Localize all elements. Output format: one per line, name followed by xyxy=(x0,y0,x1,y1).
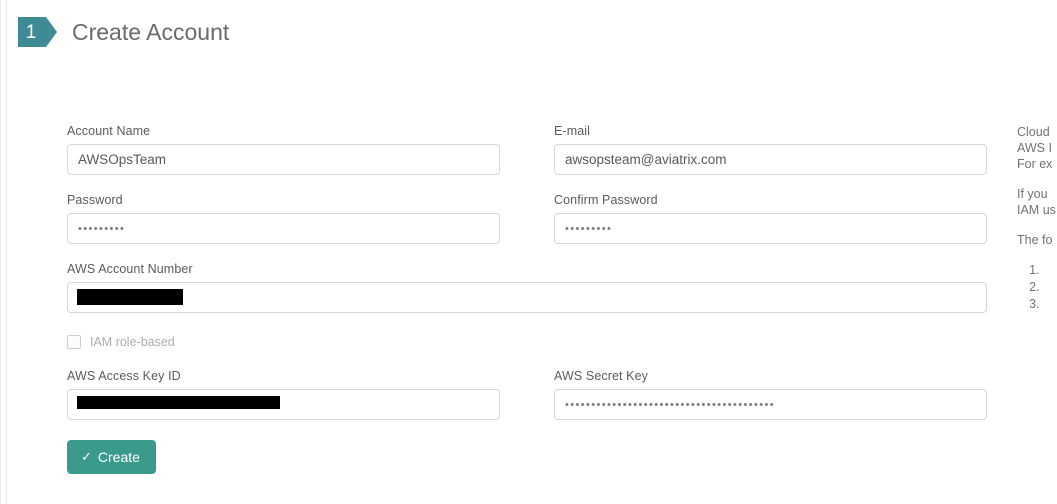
form-row-passwords: Password ••••••••• Confirm Password ••••… xyxy=(67,193,987,244)
field-aws-account-number: AWS Account Number xyxy=(67,262,987,313)
form-row-name-email: Account Name AWSOpsTeam E-mail awsopstea… xyxy=(67,124,987,175)
field-aws-access-key-id: AWS Access Key ID AKIAIAHEHFHTH4GTGHA xyxy=(67,369,500,420)
step-header: 1 Create Account xyxy=(18,17,229,47)
page-title: Create Account xyxy=(72,18,230,45)
aws-access-key-id-label: AWS Access Key ID xyxy=(67,369,181,383)
aws-access-key-id-input[interactable]: AKIAIAHEHFHTH4GTGHA xyxy=(67,389,500,420)
form-row-keys: AWS Access Key ID AKIAIAHEHFHTH4GTGHA AW… xyxy=(67,369,987,420)
aws-secret-key-label: AWS Secret Key xyxy=(554,369,649,383)
help-step-item xyxy=(1043,262,1057,278)
help-paragraph-3: The fo xyxy=(1017,233,1053,247)
help-line-2: AWS I xyxy=(1017,141,1052,155)
create-account-form: Account Name AWSOpsTeam E-mail awsopstea… xyxy=(67,124,987,474)
password-input[interactable]: ••••••••• xyxy=(67,213,500,244)
form-row-account-number: AWS Account Number xyxy=(67,262,987,313)
aws-account-number-redaction xyxy=(77,289,183,305)
left-panel-divider xyxy=(6,0,7,504)
help-line-3: For ex xyxy=(1017,157,1053,171)
step-number-badge: 1 xyxy=(18,17,57,47)
aws-account-number-label: AWS Account Number xyxy=(67,262,193,276)
iam-role-based-checkbox-row[interactable]: IAM role-based xyxy=(67,335,987,349)
help-panel: Cloud AWS I For ex If you IAM us The fo xyxy=(1017,124,1057,313)
help-step-item xyxy=(1043,279,1057,295)
email-input[interactable]: awsopsteam@aviatrix.com xyxy=(554,144,987,175)
account-name-label: Account Name xyxy=(67,124,151,138)
field-confirm-password: Confirm Password ••••••••• xyxy=(554,193,987,244)
help-steps-list xyxy=(1017,262,1057,312)
field-password: Password ••••••••• xyxy=(67,193,500,244)
aws-account-number-input[interactable] xyxy=(67,282,987,313)
create-button-label: Create xyxy=(97,449,140,465)
email-label: E-mail xyxy=(554,124,591,138)
field-account-name: Account Name AWSOpsTeam xyxy=(67,124,500,175)
step-number: 1 xyxy=(25,21,37,43)
help-paragraph-2: If you IAM us xyxy=(1017,186,1057,218)
iam-role-based-label: IAM role-based xyxy=(90,335,175,349)
help-line-1: Cloud xyxy=(1017,125,1050,139)
create-account-page: 1 Create Account Account Name AWSOpsTeam… xyxy=(0,0,1057,504)
field-aws-secret-key: AWS Secret Key •••••••••••••••••••••••••… xyxy=(554,369,987,420)
field-email: E-mail awsopsteam@aviatrix.com xyxy=(554,124,987,175)
confirm-password-input[interactable]: ••••••••• xyxy=(554,213,987,244)
aws-secret-key-input[interactable]: •••••••••••••••••••••••••••••••••••••••• xyxy=(554,389,987,420)
password-label: Password xyxy=(67,193,123,207)
help-line-5: IAM us xyxy=(1017,203,1056,217)
left-gutter-divider xyxy=(0,0,1,504)
aws-access-key-id-redaction xyxy=(77,396,280,409)
help-step-item xyxy=(1043,296,1057,312)
step-badge-arrow-icon xyxy=(46,17,57,47)
account-name-input[interactable]: AWSOpsTeam xyxy=(67,144,500,175)
help-line-4: If you xyxy=(1017,187,1048,201)
help-paragraph-1: Cloud AWS I For ex xyxy=(1017,124,1057,172)
check-icon: ✓ xyxy=(81,449,92,464)
create-button[interactable]: ✓ Create xyxy=(67,440,156,474)
confirm-password-label: Confirm Password xyxy=(554,193,658,207)
iam-role-based-checkbox[interactable] xyxy=(67,335,81,349)
